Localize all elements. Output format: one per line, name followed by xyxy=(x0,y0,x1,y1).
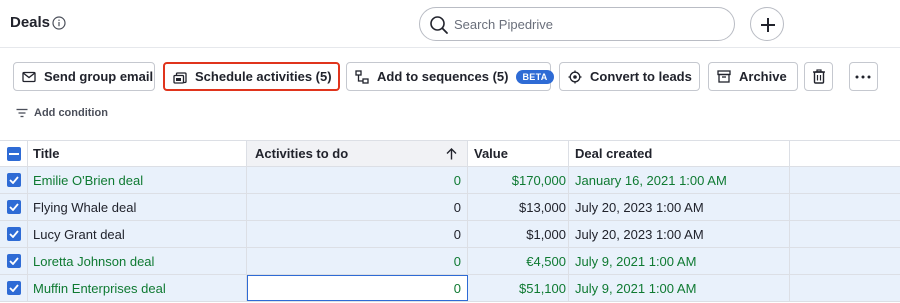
filter-icon xyxy=(16,108,28,118)
calendar-icon xyxy=(173,71,187,84)
column-header-deal-created[interactable]: Deal created xyxy=(569,141,790,166)
deal-title-cell[interactable]: Loretta Johnson deal xyxy=(28,248,247,274)
beta-badge: BETA xyxy=(516,69,554,84)
archive-label: Archive xyxy=(739,69,787,84)
arrow-up-icon[interactable] xyxy=(446,147,457,160)
empty-cell xyxy=(790,167,900,193)
schedule-activities-button[interactable]: Schedule activities (5) xyxy=(163,62,340,91)
empty-cell xyxy=(790,194,900,220)
archive-icon xyxy=(717,70,731,83)
deal-title-cell[interactable]: Muffin Enterprises deal xyxy=(28,275,247,301)
search-input[interactable] xyxy=(454,10,724,38)
activities-cell-active[interactable]: 0 xyxy=(247,275,468,301)
plus-icon xyxy=(761,18,775,32)
table-row[interactable]: Lucy Grant deal 0 $1,000 July 20, 2023 1… xyxy=(0,221,900,248)
top-bar: Deals xyxy=(0,0,900,48)
activities-cell[interactable]: 0 xyxy=(247,194,468,220)
add-condition-label: Add condition xyxy=(34,107,108,119)
add-to-sequences-button[interactable]: Add to sequences (5) BETA xyxy=(346,62,554,91)
convert-to-leads-label: Convert to leads xyxy=(590,69,692,84)
target-icon xyxy=(568,70,582,83)
check-icon xyxy=(8,257,19,265)
row-checkbox-cell[interactable] xyxy=(0,221,28,247)
select-all-checkbox[interactable] xyxy=(6,146,21,161)
value-cell[interactable]: $13,000 xyxy=(468,194,569,220)
row-checkbox-cell[interactable] xyxy=(0,194,28,220)
column-header-title[interactable]: Title xyxy=(28,141,247,166)
search-icon xyxy=(430,16,448,34)
row-checkbox-cell[interactable] xyxy=(0,275,28,301)
row-checkbox[interactable] xyxy=(6,281,21,295)
column-header-title-label: Title xyxy=(33,146,60,161)
table-row[interactable]: Loretta Johnson deal 0 €4,500 July 9, 20… xyxy=(0,248,900,275)
empty-cell xyxy=(790,221,900,247)
add-to-sequences-label: Add to sequences (5) xyxy=(377,69,509,84)
envelope-icon xyxy=(22,71,36,82)
value-cell[interactable]: €4,500 xyxy=(468,248,569,274)
check-icon xyxy=(8,230,19,238)
convert-to-leads-button[interactable]: Convert to leads xyxy=(559,62,700,91)
column-header-value[interactable]: Value xyxy=(468,141,569,166)
activities-cell[interactable]: 0 xyxy=(247,221,468,247)
row-checkbox[interactable] xyxy=(6,200,21,214)
send-group-email-button[interactable]: Send group email xyxy=(13,62,155,91)
archive-button[interactable]: Archive xyxy=(708,62,798,91)
value-cell[interactable]: $51,100 xyxy=(468,275,569,301)
add-button[interactable] xyxy=(750,7,784,41)
table-row[interactable]: Emilie O'Brien deal 0 $170,000 January 1… xyxy=(0,167,900,194)
more-options-button[interactable] xyxy=(849,62,878,91)
value-cell[interactable]: $1,000 xyxy=(468,221,569,247)
add-condition-button[interactable]: Add condition xyxy=(16,107,108,119)
row-checkbox[interactable] xyxy=(6,173,21,187)
schedule-activities-label: Schedule activities (5) xyxy=(195,69,332,84)
deals-table: Title Activities to do Value Deal create… xyxy=(0,140,900,303)
send-group-email-label: Send group email xyxy=(44,69,154,84)
empty-cell xyxy=(790,248,900,274)
minus-icon xyxy=(8,152,19,155)
activities-cell[interactable]: 0 xyxy=(247,167,468,193)
table-row[interactable]: Flying Whale deal 0 $13,000 July 20, 202… xyxy=(0,194,900,221)
check-icon xyxy=(8,203,19,211)
column-header-activities[interactable]: Activities to do xyxy=(247,141,468,166)
trash-icon xyxy=(813,69,825,84)
row-checkbox[interactable] xyxy=(6,227,21,241)
more-icon xyxy=(855,75,871,78)
column-header-activities-label: Activities to do xyxy=(255,146,349,161)
deal-title-cell[interactable]: Emilie O'Brien deal xyxy=(28,167,247,193)
column-header-deal-created-label: Deal created xyxy=(575,146,653,161)
delete-button[interactable] xyxy=(804,62,833,91)
deal-title-cell[interactable]: Lucy Grant deal xyxy=(28,221,247,247)
column-header-value-label: Value xyxy=(474,146,508,161)
table-row[interactable]: Muffin Enterprises deal 0 $51,100 July 9… xyxy=(0,275,900,302)
sequence-icon xyxy=(355,69,369,84)
deal-created-cell[interactable]: July 20, 2023 1:00 AM xyxy=(569,221,790,247)
deal-created-cell[interactable]: July 9, 2021 1:00 AM xyxy=(569,248,790,274)
row-checkbox-cell[interactable] xyxy=(0,167,28,193)
empty-cell xyxy=(790,275,900,301)
deal-created-cell[interactable]: July 20, 2023 1:00 AM xyxy=(569,194,790,220)
row-checkbox[interactable] xyxy=(6,254,21,268)
deal-created-cell[interactable]: January 16, 2021 1:00 AM xyxy=(569,167,790,193)
info-icon[interactable] xyxy=(52,16,66,30)
check-icon xyxy=(8,176,19,184)
activities-cell[interactable]: 0 xyxy=(247,248,468,274)
check-icon xyxy=(8,284,19,292)
column-header-empty xyxy=(790,141,900,166)
row-checkbox-cell[interactable] xyxy=(0,248,28,274)
value-cell[interactable]: $170,000 xyxy=(468,167,569,193)
search-box[interactable] xyxy=(419,7,735,41)
select-all-cell[interactable] xyxy=(0,141,28,166)
page-title: Deals xyxy=(10,14,51,31)
table-header-row: Title Activities to do Value Deal create… xyxy=(0,140,900,167)
deal-created-cell[interactable]: July 9, 2021 1:00 AM xyxy=(569,275,790,301)
deal-title-cell[interactable]: Flying Whale deal xyxy=(28,194,247,220)
